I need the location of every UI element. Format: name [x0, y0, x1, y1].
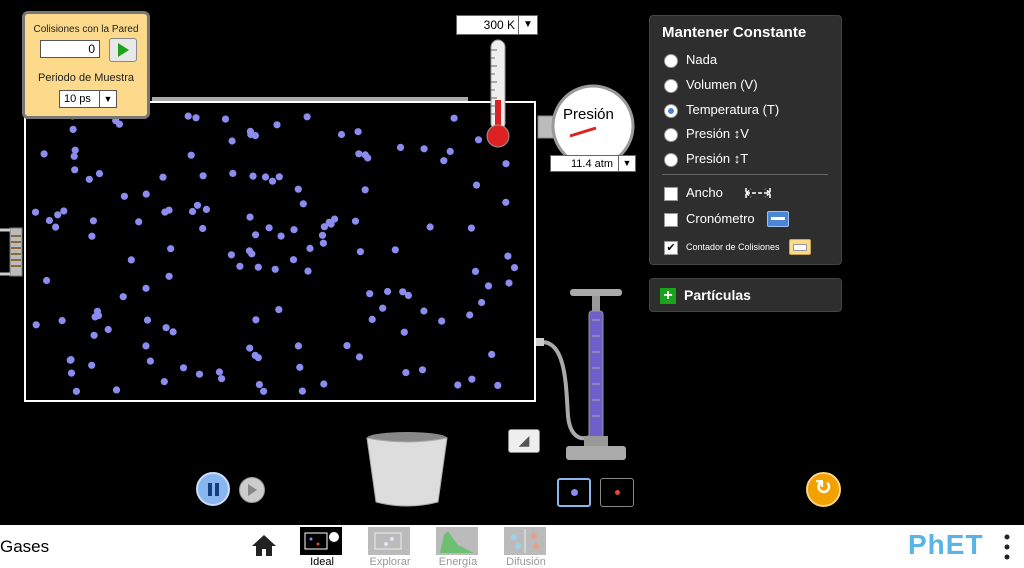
step-forward-icon — [248, 484, 257, 496]
chevron-down-icon: ▼ — [518, 16, 537, 34]
radio-label: Nada — [686, 52, 718, 67]
chevron-down-icon: ▼ — [618, 156, 635, 171]
explore-screen-icon — [368, 527, 410, 555]
stopwatch-checkbox[interactable] — [664, 213, 678, 227]
eraser-button[interactable]: ◢ — [508, 429, 540, 453]
radio-button[interactable] — [664, 128, 678, 142]
gas-container — [24, 101, 536, 402]
radio-label: Presión ↕V — [686, 126, 749, 141]
pause-button[interactable] — [196, 472, 230, 506]
tab-label: Ideal — [310, 556, 334, 568]
stopwatch-label: Cronómetro — [686, 211, 755, 226]
collision-counter-label: Contador de Colisiones — [686, 242, 780, 252]
pressure-gauge-label: Presión — [563, 106, 614, 123]
step-button[interactable] — [239, 477, 265, 503]
home-icon[interactable] — [250, 533, 278, 557]
collision-counter-checkbox[interactable]: ✔ — [664, 241, 678, 255]
eraser-icon: ◢ — [518, 432, 530, 448]
divider — [662, 174, 828, 175]
sample-period-value: 10 ps — [64, 93, 91, 105]
pressure-units-select[interactable]: 11.4 atm ▼ — [550, 155, 636, 172]
light-particle-type-button[interactable] — [600, 478, 634, 507]
temperature-units-select[interactable]: 300 K ▼ — [456, 15, 538, 35]
sample-period-label: Periodo de Muestra — [38, 72, 134, 84]
tab-label: Explorar — [369, 556, 411, 568]
bicycle-pump[interactable] — [536, 286, 628, 466]
radio-button-selected[interactable] — [664, 104, 678, 118]
collision-counter-icon — [789, 239, 811, 255]
tab-energy[interactable]: Energía — [434, 525, 482, 568]
reset-all-button[interactable]: ↻ — [806, 472, 841, 507]
navigation-bar: Gases Ideal Explorar Energía Difusión Ph… — [0, 525, 1024, 568]
tab-label: Difusión — [506, 556, 546, 568]
particles-accordion[interactable]: + Partículas — [649, 278, 842, 312]
reset-icon: ↻ — [815, 477, 832, 499]
container-handle[interactable] — [0, 226, 26, 278]
tab-label: Energía — [438, 556, 478, 568]
stopwatch-icon — [767, 211, 789, 227]
diffusion-screen-icon — [504, 527, 546, 555]
width-label: Ancho — [686, 185, 723, 200]
particles-accordion-label: Partículas — [684, 287, 751, 303]
phet-logo[interactable]: PhET — [908, 529, 984, 561]
play-icon — [118, 43, 129, 57]
width-arrow-icon — [745, 188, 771, 198]
radio-button[interactable] — [664, 79, 678, 93]
collision-counter-panel[interactable]: Colisiones con la Pared 0 Periodo de Mue… — [22, 11, 150, 119]
radio-button[interactable] — [664, 153, 678, 167]
tab-diffusion[interactable]: Difusión — [502, 525, 550, 568]
sim-title: Gases — [0, 537, 50, 556]
pressure-value: 11.4 atm — [571, 158, 613, 170]
more-options-icon[interactable] — [1002, 534, 1012, 560]
tab-explore[interactable]: Explorar — [366, 525, 414, 568]
width-checkbox[interactable] — [664, 187, 678, 201]
radio-label: Temperatura (T) — [686, 102, 780, 117]
tab-ideal[interactable]: Ideal — [298, 525, 346, 568]
collision-counter-title: Colisiones con la Pared — [33, 24, 139, 35]
hold-constant-panel: Mantener Constante Nada Volumen (V) Temp… — [649, 15, 842, 265]
collision-counter-play-button[interactable] — [109, 38, 137, 62]
collision-count-display: 0 — [40, 40, 100, 58]
radio-label: Presión ↕T — [686, 151, 749, 166]
temperature-value: 300 K — [483, 18, 515, 32]
radio-label: Volumen (V) — [686, 77, 758, 92]
plus-icon[interactable]: + — [660, 288, 676, 304]
radio-button[interactable] — [664, 54, 678, 68]
sample-period-select[interactable]: 10 ps ▼ — [59, 90, 117, 108]
heater-cooler-bucket[interactable] — [362, 430, 452, 510]
heavy-particle-type-button[interactable] — [557, 478, 591, 507]
thermometer-icon — [486, 39, 510, 148]
heavy-particle-icon — [570, 489, 578, 496]
hold-constant-title: Mantener Constante — [662, 24, 807, 41]
ideal-screen-icon — [300, 527, 342, 555]
chevron-down-icon: ▼ — [99, 91, 116, 107]
energy-screen-icon — [436, 527, 478, 555]
light-particle-icon — [614, 490, 620, 495]
